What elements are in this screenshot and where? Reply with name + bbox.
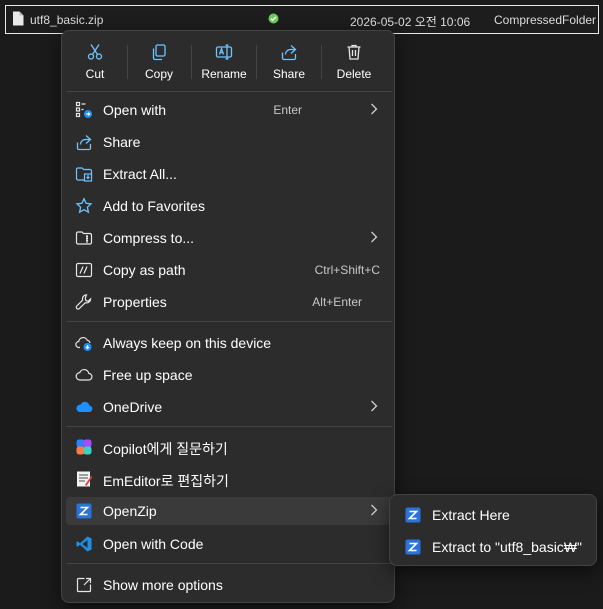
openzip-icon xyxy=(404,538,422,559)
keep-on-device-label: Always keep on this device xyxy=(103,335,272,351)
rename-button[interactable]: Rename xyxy=(194,41,254,85)
chevron-right-icon xyxy=(370,230,378,247)
rename-label: Rename xyxy=(201,67,247,81)
star-icon xyxy=(75,197,93,215)
menu-divider xyxy=(66,321,392,322)
menu-item-share[interactable]: Share xyxy=(66,128,392,156)
menu-item-onedrive[interactable]: OneDrive xyxy=(66,393,392,421)
menu-item-free-space[interactable]: Free up space xyxy=(66,361,392,389)
menu-item-openzip[interactable]: OpenZip xyxy=(66,497,392,525)
compress-to-label: Compress to... xyxy=(103,230,195,246)
cut-label: Cut xyxy=(85,67,105,81)
openzip-label: OpenZip xyxy=(103,503,157,519)
submenu-item-extract-here[interactable]: Extract Here xyxy=(394,501,592,529)
share-label: Share xyxy=(272,67,306,81)
properties-shortcut: Alt+Enter xyxy=(312,295,362,309)
scissors-icon xyxy=(65,43,125,61)
cloud-icon xyxy=(75,366,93,384)
sync-status-icon xyxy=(268,13,279,27)
onedrive-label: OneDrive xyxy=(103,399,163,415)
menu-item-copilot[interactable]: Copilot에게 질문하기 xyxy=(66,433,392,461)
chevron-right-icon xyxy=(370,399,378,416)
menu-item-open-with[interactable]: Open with Enter xyxy=(66,96,392,124)
share-button[interactable]: Share xyxy=(259,41,319,85)
copy-label: Copy xyxy=(144,67,173,81)
openzip-submenu: Extract Here Extract to "utf8_basic₩" xyxy=(389,494,597,566)
onedrive-icon xyxy=(75,398,93,416)
open-with-icon xyxy=(75,101,93,119)
openzip-icon xyxy=(75,502,93,520)
share-icon xyxy=(259,43,319,61)
rename-icon xyxy=(194,43,254,61)
file-date: 2026-05-02 오전 10:06 xyxy=(350,15,471,29)
menu-item-compress-to[interactable]: Compress to... xyxy=(66,224,392,252)
context-toolbar: Cut Copy Rename Share Delete xyxy=(62,31,396,91)
emeditor-label: EmEditor로 편집하기 xyxy=(103,473,229,489)
toolbar-divider xyxy=(256,45,257,79)
share-icon xyxy=(75,133,93,151)
toolbar-divider xyxy=(127,45,128,79)
file-name: utf8_basic.zip xyxy=(30,13,104,27)
delete-button[interactable]: Delete xyxy=(324,41,384,85)
menu-item-copy-path[interactable]: Copy as path Ctrl+Shift+C xyxy=(66,256,392,284)
toolbar-divider xyxy=(191,45,192,79)
extract-here-label: Extract Here xyxy=(432,507,510,523)
share-label: Share xyxy=(103,134,141,150)
context-menu: Cut Copy Rename Share Delete Open with E… xyxy=(61,30,395,603)
copy-path-label: Copy as path xyxy=(103,262,186,278)
chevron-right-icon xyxy=(370,503,378,520)
openzip-icon xyxy=(404,506,422,527)
folder-icon xyxy=(75,229,93,247)
extract-all-label: Extract All... xyxy=(103,166,177,182)
copilot-icon xyxy=(75,438,93,456)
copy-path-shortcut: Ctrl+Shift+C xyxy=(314,263,380,277)
open-code-label: Open with Code xyxy=(103,536,204,552)
menu-divider xyxy=(66,563,392,564)
wrench-icon xyxy=(75,293,93,311)
chevron-right-icon xyxy=(370,102,378,119)
menu-item-properties[interactable]: Properties Alt+Enter xyxy=(66,288,392,316)
menu-item-more-options[interactable]: Show more options xyxy=(66,571,392,599)
toolbar-divider xyxy=(321,45,322,79)
open-with-label: Open with xyxy=(103,102,167,118)
file-type: CompressedFolder xyxy=(494,13,597,27)
extract-to-label: Extract to "utf8_basic₩" xyxy=(432,539,582,555)
folder-zip-icon xyxy=(75,165,93,183)
free-space-label: Free up space xyxy=(103,367,193,383)
more-options-label: Show more options xyxy=(103,577,223,593)
emeditor-icon xyxy=(75,470,93,488)
properties-label: Properties xyxy=(103,294,167,310)
copy-icon xyxy=(129,43,189,61)
menu-item-add-favorites[interactable]: Add to Favorites xyxy=(66,192,392,220)
menu-item-emeditor[interactable]: EmEditor로 편집하기 xyxy=(66,465,392,493)
path-icon xyxy=(75,261,93,279)
cloud-download-icon xyxy=(75,334,93,352)
menu-divider xyxy=(66,426,392,427)
copy-button[interactable]: Copy xyxy=(129,41,189,85)
copilot-label: Copilot에게 질문하기 xyxy=(103,441,228,457)
menu-item-keep-on-device[interactable]: Always keep on this device xyxy=(66,329,392,357)
open-with-shortcut: Enter xyxy=(273,103,302,117)
cut-button[interactable]: Cut xyxy=(65,41,125,85)
more-options-icon xyxy=(75,576,93,594)
delete-label: Delete xyxy=(336,67,372,81)
add-favorites-label: Add to Favorites xyxy=(103,198,205,214)
file-icon xyxy=(12,11,24,29)
trash-icon xyxy=(324,43,384,61)
submenu-item-extract-to[interactable]: Extract to "utf8_basic₩" xyxy=(394,533,592,561)
menu-divider xyxy=(66,91,392,92)
menu-item-open-code[interactable]: Open with Code xyxy=(66,530,392,558)
menu-item-extract-all[interactable]: Extract All... xyxy=(66,160,392,188)
vscode-icon xyxy=(75,535,93,553)
